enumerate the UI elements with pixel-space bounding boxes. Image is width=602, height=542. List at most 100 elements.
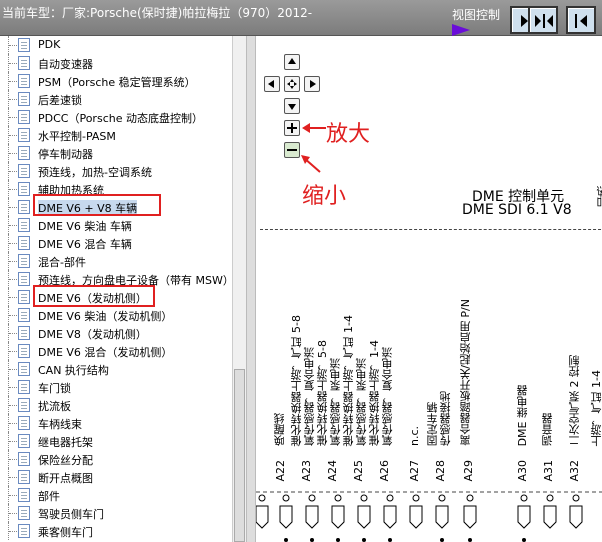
collapse-right-button[interactable] [566,6,596,34]
document-icon [18,488,30,502]
document-icon [18,344,30,358]
tree-item-pasm[interactable]: 水平控制-PASM [0,126,232,144]
purple-arrow-icon [452,24,470,36]
document-icon [18,290,30,304]
view-control-label: 视图控制 [452,8,501,22]
tree-item-rear-diff-lock[interactable]: 后差速锁 [0,90,232,108]
document-icon [18,524,30,538]
zoom-in-button[interactable] [284,120,300,136]
document-icon [18,92,30,106]
tree-item-dme-v8-engine-side[interactable]: DME V8（发动机侧） [0,324,232,342]
plus-icon [287,123,297,133]
tree-item-dme-v6-diesel[interactable]: DME V6 柴油 车辆 [0,216,232,234]
document-icon [18,362,30,376]
tree-item-relay-bracket[interactable]: 继电器托架 [0,432,232,450]
label-clutch-switch: 离合器踏板开关/起始启用 P/N [459,299,472,446]
tree-item-parking-brake[interactable]: 停车制动器 [0,144,232,162]
arrow-down-icon [288,104,296,110]
pin-a24: A24 [326,460,339,482]
document-icon [18,56,30,70]
move-icon [287,79,297,89]
tree-scrollbar[interactable] [232,36,246,542]
document-icon [18,470,30,484]
document-icon [18,200,30,214]
connector-pins-graphic [256,491,602,542]
tree-item-door-lock[interactable]: 车门锁 [0,378,232,396]
document-icon [18,164,30,178]
document-icon [18,506,30,520]
tree-item-components[interactable]: 部件 [0,486,232,504]
arrow-right-icon [310,80,316,88]
document-icon [18,254,30,268]
pane-splitter[interactable] [246,36,256,542]
pan-up-button[interactable] [284,54,300,70]
zoom-out-annotation: 缩小 [302,184,347,209]
label-nc: n.c. [408,425,421,446]
document-icon [18,38,30,52]
pin-a31: A31 [542,460,555,482]
tree-item-harness[interactable]: 车柄线束 [0,414,232,432]
tree-item-fuse-distribution[interactable]: 保险丝分配 [0,450,232,468]
pin-a25: A25 [352,460,365,482]
document-icon [18,128,30,142]
pin-a32: A32 [568,460,581,482]
pan-center-button[interactable] [284,76,300,92]
label-dme-relay: DME 继电器 [516,384,529,446]
title-bar: 当前车型：厂家:Porsche(保时捷)帕拉梅拉（970）2012- 视图控制 [0,0,602,36]
wiring-diagram[interactable]: 放大 缩小 DME 控制单元 DME SDI 6.1 V8 唤醒线 催化转换器上… [256,36,602,542]
tree-item-can-structure[interactable]: CAN 执行结构 [0,360,232,378]
tree-item-disconnect-overview[interactable]: 断开点概图 [0,468,232,486]
highlight-box-dme-v6-engine [33,285,155,307]
label-right-edge-1: 上游，气缸 1-4 [590,369,602,446]
document-icon [18,110,30,124]
tree-item-dme-v6-diesel-engine-side[interactable]: DME V6 柴油（发动机侧） [0,306,232,324]
arrow-left-icon [268,80,274,88]
split-view-button[interactable] [528,6,558,34]
label-a24-line1: 催化转换器上游，5-8 [316,340,329,446]
tree-item-pdk[interactable]: PDK [0,36,232,54]
document-icon [18,236,30,250]
document-icon [18,272,30,286]
document-icon [18,218,30,232]
pin-a23: A23 [300,460,313,482]
scrollbar-thumb[interactable] [234,369,245,542]
label-a26-line2: 氧传感器，复合电流 [381,347,394,446]
pan-right-button[interactable] [304,76,320,92]
label-a23-line2: 氧传感器，复合电流 [303,347,316,446]
document-icon [18,380,30,394]
label-fixed-vehicle: 固定车辆 [426,402,439,446]
tree-item-dme-v6-hybrid[interactable]: DME V6 混合 车辆 [0,234,232,252]
tree-item-spoiler[interactable]: 扰流板 [0,396,232,414]
tree-item-pdcc[interactable]: PDCC（Porsche 动态底盘控制） [0,108,232,126]
pan-left-button[interactable] [264,76,280,92]
document-icon [18,308,30,322]
zoom-out-button[interactable] [284,142,300,158]
tree-item-auto-transmission[interactable]: 自动变速器 [0,54,232,72]
document-icon [18,182,30,196]
tree-item-dme-v6-hybrid-engine-side[interactable]: DME V6 混合（发动机侧） [0,342,232,360]
arrow-up-icon [288,58,296,64]
tree-item-passenger-door[interactable]: 乘客侧车门 [0,522,232,540]
component-tree: PDK 自动变速器 PSM（Porsche 稳定管理系统） 后差速锁 PDCC（… [0,36,232,542]
label-sensor-ground: 传感器接地 [439,391,452,446]
unit-title-line-2: DME SDI 6.1 V8 [462,202,572,218]
pan-down-button[interactable] [284,98,300,114]
pin-a27: A27 [408,460,421,482]
pin-a28: A28 [434,460,447,482]
label-right-heating: 加热 [596,186,602,208]
tree-item-hybrid-parts[interactable]: 混合-部件 [0,252,232,270]
zoom-in-annotation: 放大 [326,122,371,147]
label-a23-line1: 催化转换器上游，气缸 5-8 [290,314,303,446]
tree-item-psm[interactable]: PSM（Porsche 稳定管理系统） [0,72,232,90]
document-icon [18,452,30,466]
collapse-right-icon [575,14,587,28]
pin-a22: A22 [274,460,287,482]
current-model-title: 当前车型：厂家:Porsche(保时捷)帕拉梅拉（970）2012- [2,6,313,20]
tree-item-hvac-prewiring[interactable]: 预连线，加热-空调系统 [0,162,232,180]
unit-boundary-line [260,229,602,230]
document-icon [18,398,30,412]
pin-a30: A30 [516,460,529,482]
document-icon [18,434,30,448]
minus-icon [287,149,297,151]
tree-item-driver-door[interactable]: 驾驶员侧车门 [0,504,232,522]
